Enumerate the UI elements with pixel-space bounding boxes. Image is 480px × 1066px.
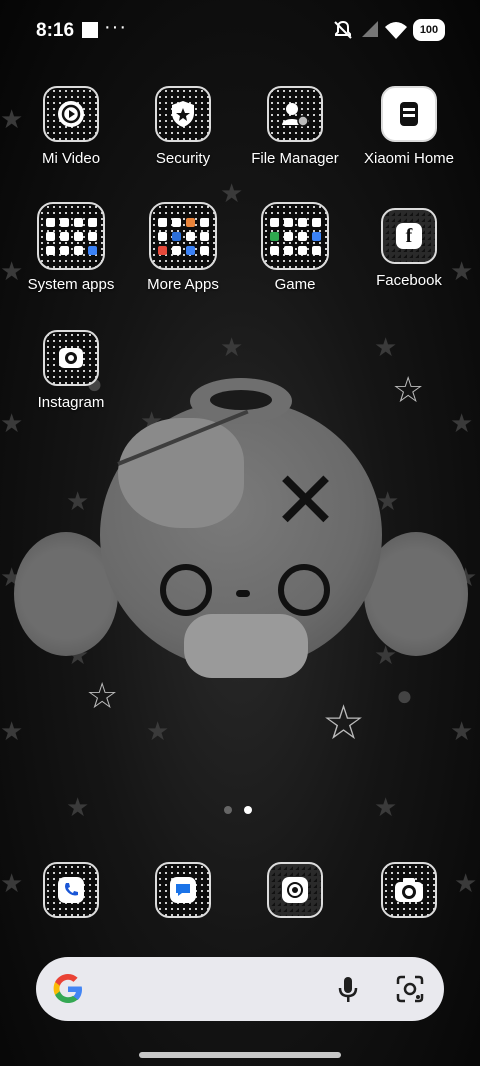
dock-camera[interactable]	[354, 862, 464, 918]
message-icon	[170, 877, 196, 903]
app-mi-video[interactable]: Mi Video	[16, 86, 126, 167]
xiaomi-home-app-icon	[381, 86, 437, 142]
star-icon: ★	[374, 792, 398, 822]
dock-phone[interactable]	[16, 862, 126, 918]
folder-user-icon	[282, 103, 309, 127]
monkey-patch	[118, 418, 244, 528]
facebook-app-icon: f	[381, 208, 437, 264]
folder-preview	[269, 217, 321, 255]
mute-icon	[334, 20, 352, 39]
app-label: Facebook	[376, 272, 442, 289]
app-label: File Manager	[251, 150, 339, 167]
folder-preview	[45, 217, 97, 255]
camera-app-icon	[381, 862, 437, 918]
star-outline-icon: ☆	[322, 697, 366, 750]
more-dots-icon: ···	[104, 16, 127, 38]
app-instagram[interactable]: Instagram	[16, 330, 126, 411]
monkey-mouth	[184, 614, 308, 678]
chrome-icon	[282, 877, 308, 903]
star-icon: ★	[450, 716, 474, 746]
app-security[interactable]: Security	[128, 86, 238, 167]
home-device-icon	[400, 102, 418, 126]
instagram-app-icon	[43, 330, 99, 386]
camera-icon	[395, 878, 423, 902]
monkey-eye	[160, 564, 212, 616]
messages-app-icon	[155, 862, 211, 918]
dock-chrome[interactable]	[240, 862, 350, 918]
play-icon	[58, 101, 84, 127]
wifi-icon	[385, 22, 407, 39]
star-icon: ★	[220, 332, 244, 362]
page-dot-active[interactable]	[244, 806, 252, 814]
star-icon: ★	[146, 716, 170, 746]
monkey-halo	[190, 378, 292, 424]
app-label: Instagram	[37, 394, 105, 411]
camera-icon	[59, 348, 83, 368]
folder-icon	[37, 202, 105, 270]
signal-icon	[362, 21, 378, 37]
file-manager-app-icon	[267, 86, 323, 142]
x-eye-icon: ✕	[272, 456, 340, 545]
folder-system-apps[interactable]: System apps	[16, 202, 126, 293]
google-g-icon	[53, 974, 82, 1003]
app-label: Security	[155, 150, 211, 167]
folder-icon	[149, 202, 217, 270]
monkey-eye	[278, 564, 330, 616]
phone-icon	[58, 877, 84, 903]
app-label: System apps	[27, 276, 115, 293]
clock: 8:16	[36, 20, 75, 41]
page-indicator[interactable]	[224, 806, 252, 814]
folder-more-apps[interactable]: More Apps	[128, 202, 238, 293]
monkey-nose	[236, 590, 250, 597]
battery-icon: 100	[413, 19, 445, 41]
gesture-navigation-bar[interactable]	[139, 1052, 341, 1058]
chrome-app-icon	[267, 862, 323, 918]
notification-square-icon	[82, 22, 98, 38]
mi-video-app-icon	[43, 86, 99, 142]
app-file-manager[interactable]: File Manager	[240, 86, 350, 167]
security-app-icon	[155, 86, 211, 142]
app-label: Xiaomi Home	[363, 150, 455, 167]
app-label: More Apps	[147, 276, 219, 293]
app-label: Mi Video	[41, 150, 101, 167]
facebook-icon: f	[396, 223, 422, 249]
app-label: Game	[274, 276, 316, 293]
star-icon: ★	[66, 792, 90, 822]
star-icon: ★	[374, 332, 398, 362]
battery-level: 100	[419, 24, 439, 36]
dock-messages[interactable]	[128, 862, 238, 918]
star-icon: ★	[0, 716, 24, 746]
lens-icon[interactable]	[394, 973, 426, 1005]
shield-icon	[172, 101, 194, 127]
app-facebook[interactable]: f Facebook	[354, 208, 464, 289]
phone-app-icon	[43, 862, 99, 918]
google-search-bar[interactable]	[36, 957, 444, 1021]
folder-icon	[261, 202, 329, 270]
page-dot[interactable]	[224, 806, 232, 814]
status-bar: 8:16 ··· 100	[0, 0, 480, 62]
mic-icon[interactable]	[332, 973, 364, 1005]
folder-game[interactable]: Game	[240, 202, 350, 293]
folder-preview	[157, 217, 209, 255]
app-xiaomi-home[interactable]: Xiaomi Home	[354, 86, 464, 167]
